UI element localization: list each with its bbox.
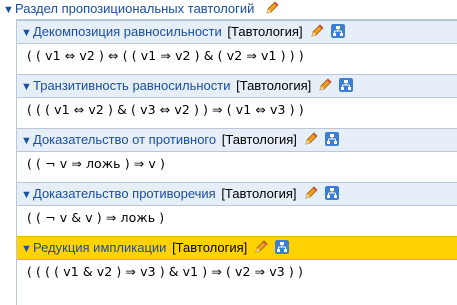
tautology-header[interactable]: ▼Редукция импликации [Тавтология]: [17, 236, 457, 260]
pencil-icon[interactable]: [264, 0, 280, 16]
pencil-icon[interactable]: [303, 185, 319, 201]
tautology-title[interactable]: Доказательство противоречия: [33, 186, 216, 201]
tautology-formula: ( ( ( v1 ⇔ v2 ) & ( v3 ⇔ v2 ) ) ⇒ ( v1 ⇔…: [27, 102, 304, 117]
triangle-down-icon[interactable]: ▼: [21, 76, 33, 98]
pencil-icon[interactable]: [303, 131, 319, 147]
tautology-header[interactable]: ▼Транзитивность равносильности [Тавтолог…: [17, 74, 457, 98]
tautology-title[interactable]: Доказательство от противного: [33, 132, 216, 147]
sitemap-icon[interactable]: [330, 24, 345, 38]
root-section-header[interactable]: ▼Раздел пропозициональных тавтологий: [0, 0, 457, 18]
tautology-formula: ( ( v1 ⇔ v2 ) ⇔ ( ( v1 ⇒ v2 ) & ( v2 ⇒ v…: [27, 48, 304, 63]
triangle-down-icon[interactable]: ▼: [3, 1, 15, 19]
tautology-header[interactable]: ▼Доказательство противоречия [Тавтология…: [17, 182, 457, 206]
sitemap-icon[interactable]: [324, 132, 339, 146]
root-section-title[interactable]: Раздел пропозициональных тавтологий: [15, 1, 254, 16]
triangle-down-icon[interactable]: ▼: [21, 238, 33, 260]
tautology-tag: [Тавтология]: [236, 78, 312, 93]
pencil-icon[interactable]: [317, 77, 333, 93]
tautology-tag: [Тавтология]: [221, 186, 297, 201]
tautology-list: ▼Декомпозиция равносильности [Тавтология…: [16, 19, 457, 305]
sitemap-icon[interactable]: [339, 78, 354, 92]
pencil-icon[interactable]: [253, 239, 269, 255]
pencil-icon[interactable]: [309, 23, 325, 39]
tautology-tag: [Тавтология]: [227, 24, 303, 39]
tautology-title[interactable]: Редукция импликации: [33, 240, 166, 255]
tautology-formula: ( ( ¬ v & v ) ⇒ ложь ): [27, 210, 165, 225]
tautology-title[interactable]: Транзитивность равносильности: [33, 78, 230, 93]
triangle-down-icon[interactable]: ▼: [21, 22, 33, 44]
tautology-formula: ( ( ¬ v ⇒ ложь ) ⇒ v ): [27, 156, 165, 171]
sitemap-icon[interactable]: [324, 186, 339, 200]
tautology-tag: [Тавтология]: [172, 240, 248, 255]
triangle-down-icon[interactable]: ▼: [21, 130, 33, 152]
tautology-header[interactable]: ▼Доказательство от противного [Тавтологи…: [17, 128, 457, 152]
sitemap-icon[interactable]: [275, 240, 290, 254]
triangle-down-icon[interactable]: ▼: [21, 184, 33, 206]
tautology-title[interactable]: Декомпозиция равносильности: [33, 24, 222, 39]
tautology-tag: [Тавтология]: [221, 132, 297, 147]
tautology-formula: ( ( ( ( v1 & v2 ) ⇒ v3 ) & v1 ) ⇒ ( v2 ⇒…: [27, 264, 303, 279]
tautology-header[interactable]: ▼Декомпозиция равносильности [Тавтология…: [17, 20, 457, 44]
